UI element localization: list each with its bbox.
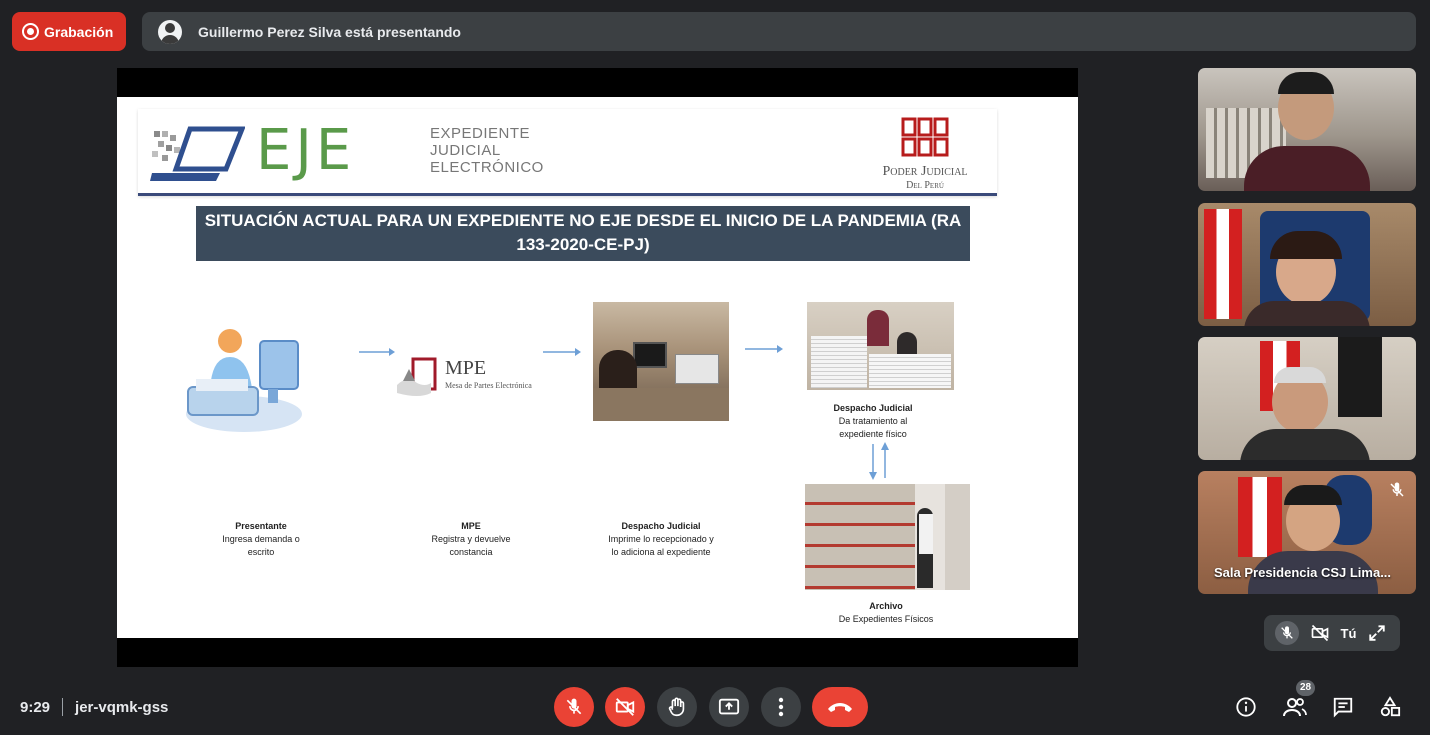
self-camera-off-icon[interactable] [1308,621,1332,645]
divider [62,698,64,716]
step-despacho-imprime: Despacho Judicial Imprime lo recepcionad… [591,520,731,559]
presentation-slide: EJE EXPEDIENTE JUDICIAL ELECTRÓNICO Pode… [117,97,1078,638]
step-desc-line1: Da tratamiento al [838,416,908,426]
step-title: Archivo [869,601,903,611]
step-title: Presentante [235,521,287,531]
participant-hair [1274,367,1326,383]
eje-logo-text: EJE [256,118,356,183]
record-icon [22,23,39,40]
flow-arrow-2 [543,348,581,356]
step-desc-line2: expediente físico [839,429,907,439]
camera-off-icon [615,698,635,716]
step-desc-line2: escrito [247,547,275,557]
recording-label: Grabación [44,23,114,40]
step-desc-line2: lo adiciona al expediente [611,547,711,557]
participant-suit [1244,146,1370,191]
presenter-avatar [158,19,182,44]
activities-button[interactable] [1377,694,1403,720]
mpe-full-name: Mesa de Partes Electrónica [445,381,532,390]
participant-clothes [1244,301,1370,326]
flow-arrow-1 [359,348,395,356]
step-desc-line1: Registra y devuelve [431,534,511,544]
mic-off-icon [566,698,582,715]
chat-button[interactable] [1330,694,1356,720]
self-view-bar: Tú [1264,615,1400,651]
participants-button[interactable] [1282,694,1308,720]
expand-icon[interactable] [1365,621,1389,645]
participant-tile-1[interactable] [1198,68,1416,191]
presenting-banner: Guillermo Perez Silva está presentando [142,12,1416,51]
step-desc-line1: Imprime lo recepcionado y [608,534,714,544]
slide-banner: EJE EXPEDIENTE JUDICIAL ELECTRÓNICO Pode… [138,109,997,196]
raise-hand-button[interactable] [657,687,697,727]
pj-country: Del Perú [906,180,944,191]
present-icon [718,698,740,715]
people-icon [1283,698,1307,717]
end-call-icon [828,703,852,712]
eje-logo-subtitle: EXPEDIENTE JUDICIAL ELECTRÓNICO [430,125,544,176]
pj-emblem-icon [901,117,949,157]
leave-call-button[interactable] [812,687,868,727]
participant-hair [1284,485,1342,505]
meeting-info: 9:29 jer-vqmk-gss [20,698,168,716]
step-title: MPE [461,521,481,531]
office-printer-photo [593,302,729,421]
presentante-illustration [186,329,302,432]
eje-laptop-logo [150,126,245,181]
institution-flag [1338,337,1382,417]
meeting-time: 9:29 [20,698,51,716]
self-mic-off-icon[interactable] [1274,621,1299,645]
presentation-stage: EJE EXPEDIENTE JUDICIAL ELECTRÓNICO Pode… [117,68,1078,667]
step-title: Despacho Judicial [833,403,913,413]
flow-arrow-vertical [869,442,889,480]
pj-name: Poder Judicial [882,164,968,179]
peru-flag [1204,209,1242,319]
presenter-text: Guillermo Perez Silva está presentando [198,23,461,40]
meeting-details-button[interactable] [1233,694,1259,720]
step-title: Despacho Judicial [621,521,701,531]
eje-sub-line3: ELECTRÓNICO [430,159,544,176]
step-despacho-tratamiento: Despacho Judicial Da tratamiento al expe… [813,402,933,441]
archive-shelves-photo [805,484,970,590]
info-icon [1236,697,1256,717]
chat-icon [1333,697,1353,718]
mic-toggle-button[interactable] [554,687,594,727]
mpe-acronym: MPE [445,357,487,379]
step-presentante: Presentante Ingresa demanda o escrito [201,520,321,559]
mic-off-icon [1390,482,1404,497]
step-desc-line2: constancia [449,547,493,557]
judicial-office-photo [807,302,954,390]
more-options-button[interactable] [761,687,801,727]
step-mpe: MPE Registra y devuelve constancia [411,520,531,559]
camera-toggle-button[interactable] [605,687,645,727]
more-icon [778,697,784,717]
flow-arrow-3 [745,345,783,353]
peru-flag [1238,477,1282,557]
activities-icon [1380,696,1401,717]
present-now-button[interactable] [709,687,749,727]
participant-suit [1240,429,1370,460]
meeting-code: jer-vqmk-gss [75,698,169,716]
eje-sub-line1: EXPEDIENTE [430,125,531,142]
eje-sub-line2: JUDICIAL [430,142,501,159]
step-desc-line1: Ingresa demanda o [222,534,300,544]
poder-judicial-logo: Poder Judicial Del Perú [870,117,980,192]
mpe-logo: MPE Mesa de Partes Electrónica [389,353,549,403]
step-archivo: Archivo De Expedientes Físicos [826,600,946,626]
recording-button[interactable]: Grabación [12,12,126,51]
mpe-emblem-icon [397,357,437,396]
participant-tile-2[interactable] [1198,203,1416,326]
participant-tile-3[interactable] [1198,337,1416,460]
step-desc-line1: De Expedientes Físicos [838,614,934,624]
participant-count-badge: 28 [1296,680,1315,696]
participant-name: Sala Presidencia CSJ Lima... [1214,565,1392,580]
self-label: Tú [1340,625,1357,641]
slide-title: SITUACIÓN ACTUAL PARA UN EXPEDIENTE NO E… [196,206,970,261]
participant-hair [1278,72,1334,94]
raise-hand-icon [668,697,685,717]
participant-tile-4[interactable]: Sala Presidencia CSJ Lima... [1198,471,1416,594]
